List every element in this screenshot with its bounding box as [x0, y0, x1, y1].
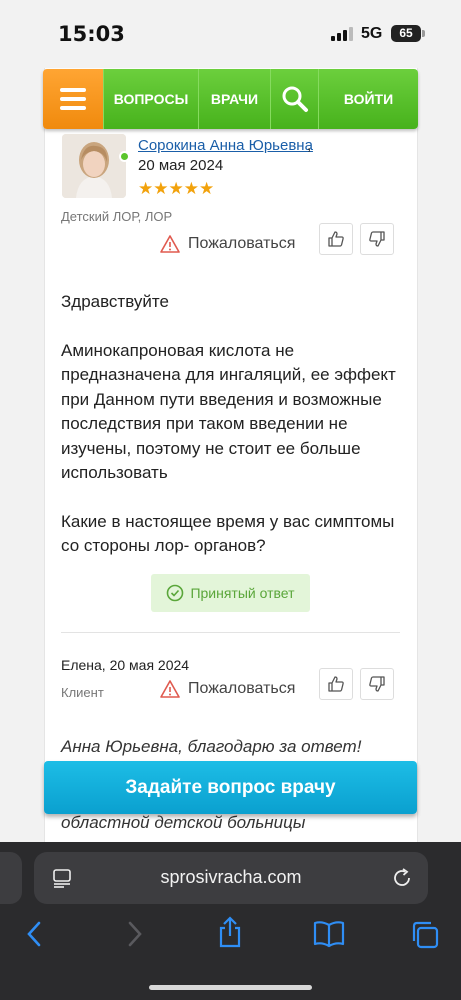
- thumbs-down-icon: [369, 676, 385, 692]
- share-icon[interactable]: [216, 916, 244, 948]
- thumbs-up-icon: [328, 231, 344, 247]
- answer-greeting: Здравствуйте: [61, 292, 169, 311]
- reload-icon[interactable]: [391, 867, 413, 889]
- nav-login[interactable]: ВОЙТИ: [318, 69, 418, 129]
- accepted-label: Принятый ответ: [190, 585, 295, 601]
- online-status-dot: [119, 151, 130, 162]
- answer-paragraph: Аминокапроновая кислота не предназначена…: [61, 340, 396, 483]
- rating-stars: ★★★★★: [138, 179, 215, 198]
- doctor-avatar[interactable]: [62, 134, 126, 198]
- url-text: sprosivracha.com: [160, 867, 302, 887]
- client-reply-text-cont: областной детской больницы: [61, 813, 306, 832]
- client-name-date: Елена, 20 мая 2024: [61, 657, 190, 673]
- ask-doctor-button[interactable]: Задайте вопрос врачу: [44, 761, 417, 814]
- complain-button[interactable]: Пожаловаться: [160, 680, 295, 698]
- battery-tip: [422, 30, 425, 37]
- hamburger-icon[interactable]: [43, 69, 103, 129]
- thumbs-up-button[interactable]: [319, 668, 353, 700]
- address-bar[interactable]: sprosivracha.com: [34, 852, 428, 904]
- client-role: Клиент: [61, 685, 104, 700]
- signal-icon: [331, 27, 353, 41]
- battery-icon: 65: [391, 25, 421, 42]
- bookmarks-icon[interactable]: [313, 920, 345, 948]
- forward-icon[interactable]: [123, 920, 145, 948]
- doctor-specialty: Детский ЛОР, ЛОР: [61, 209, 173, 224]
- complain-button[interactable]: Пожаловаться: [160, 235, 295, 253]
- back-icon[interactable]: [24, 920, 46, 948]
- client-reply-text: Анна Юрьевна, благодарю за ответ!: [61, 737, 362, 756]
- complain-label: Пожаловаться: [188, 680, 296, 697]
- answer-question: Какие в настоящее время у вас симптомы с…: [61, 511, 395, 556]
- top-nav: ВОПРОСЫ ВРАЧИ ВОЙТИ: [43, 69, 418, 129]
- search-icon[interactable]: [270, 69, 318, 129]
- complain-label: Пожаловаться: [188, 235, 296, 252]
- check-circle-icon: [167, 584, 184, 602]
- answer-date: 20 мая 2024: [138, 157, 224, 174]
- author-comma: ,: [307, 137, 312, 154]
- doctor-name-link[interactable]: Сорокина Анна Юрьевна: [138, 137, 313, 154]
- warning-icon: [160, 235, 180, 253]
- answer-text: Здравствуйте Аминокапроновая кислота не …: [61, 290, 406, 583]
- previous-tab-peek[interactable]: [0, 852, 22, 904]
- status-bar: 15:03 5G 65: [0, 0, 461, 68]
- nav-questions[interactable]: ВОПРОСЫ: [103, 69, 198, 129]
- accepted-answer-badge: Принятый ответ: [151, 574, 310, 612]
- thumbs-down-button[interactable]: [360, 223, 394, 255]
- thumbs-down-button[interactable]: [360, 668, 394, 700]
- divider: [61, 632, 400, 633]
- nav-doctors[interactable]: ВРАЧИ: [198, 69, 270, 129]
- thumbs-up-icon: [328, 676, 344, 692]
- network-type: 5G: [361, 25, 383, 42]
- clock: 15:03: [58, 22, 125, 46]
- warning-icon: [160, 680, 180, 698]
- home-indicator: [149, 985, 312, 990]
- thumbs-down-icon: [369, 231, 385, 247]
- tabs-icon[interactable]: [410, 920, 440, 950]
- thumbs-up-button[interactable]: [319, 223, 353, 255]
